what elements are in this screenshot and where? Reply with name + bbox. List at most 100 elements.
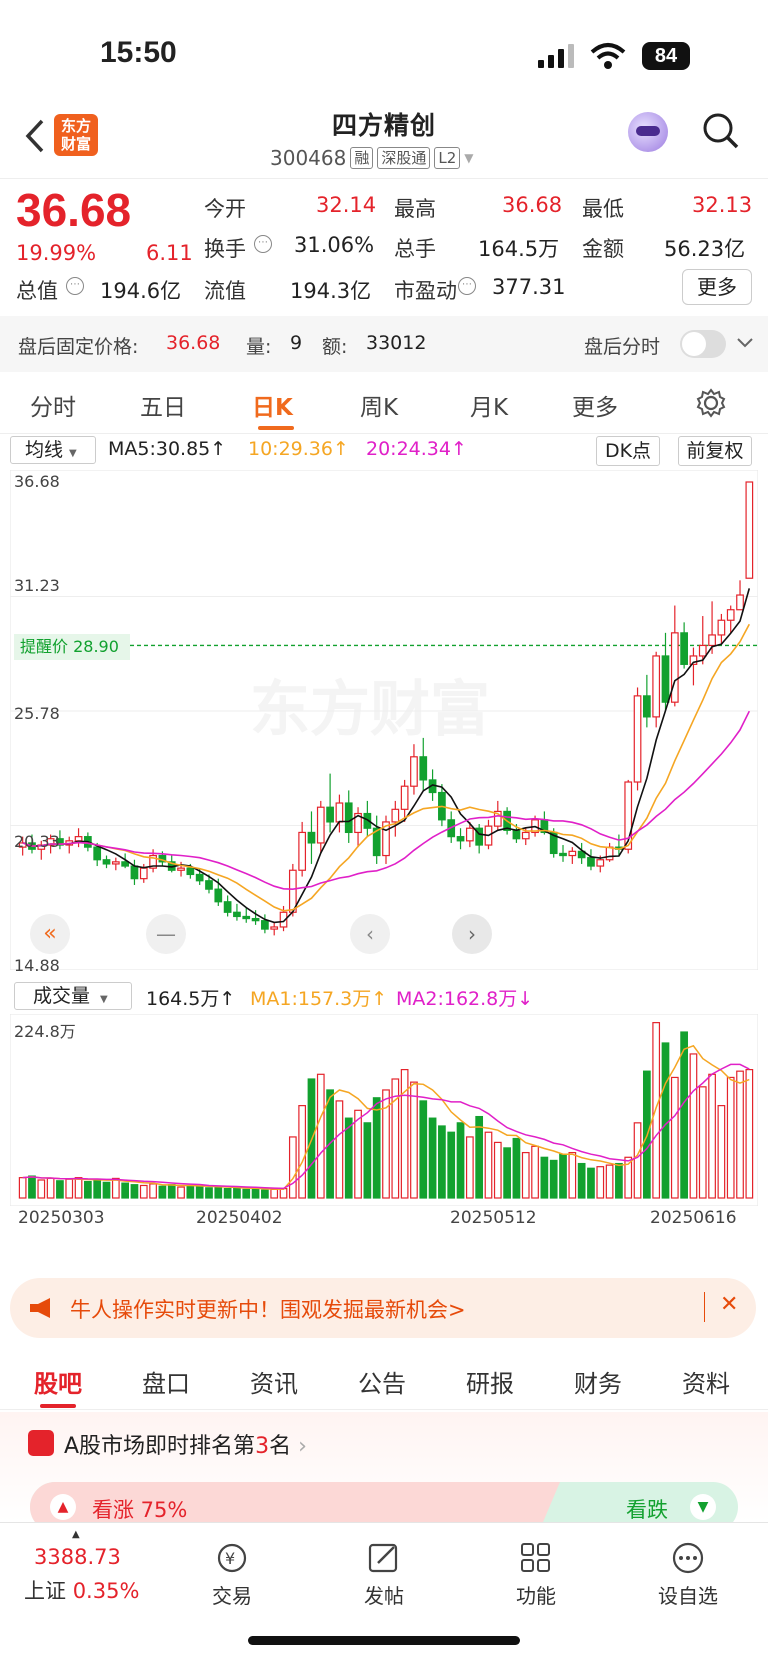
volume-bar xyxy=(84,1180,92,1199)
after-hours-toggle[interactable] xyxy=(680,330,726,358)
volume-bar xyxy=(428,1117,437,1199)
volume-bar xyxy=(503,1147,511,1199)
settings-icon[interactable] xyxy=(696,388,726,418)
ranking-section[interactable]: A股市场即时排名第3名 › ▲ 看涨 75% 看跌 ▼ xyxy=(0,1412,768,1532)
candle xyxy=(326,773,334,833)
candle xyxy=(372,815,381,864)
ma-selector[interactable]: 均线 ▼ xyxy=(10,436,96,464)
dk-point-button[interactable]: DK点 xyxy=(596,436,660,466)
low-label: 最低 xyxy=(582,197,624,221)
info-icon[interactable]: ⋯ xyxy=(66,277,84,295)
info-icon[interactable]: ⋯ xyxy=(254,235,272,253)
info-icon[interactable]: ⋯ xyxy=(458,277,476,295)
trade-button[interactable]: ¥ 交易 xyxy=(182,1541,282,1609)
volume-selector[interactable]: 成交量 ▼ xyxy=(14,982,132,1010)
tab-intraday[interactable]: 分时 xyxy=(30,388,76,422)
kline-chart-area[interactable]: 均线 ▼ MA5:30.85↑ 10:29.36↑ 20:24.34↑ DK点 前… xyxy=(10,434,758,1264)
tab-news[interactable]: 资讯 xyxy=(250,1364,298,1399)
price-label-2: 31.23 xyxy=(14,576,60,595)
adjust-button[interactable]: 前复权 xyxy=(678,436,752,466)
volume-chart[interactable] xyxy=(10,1014,758,1206)
bearish-label: 看跌 xyxy=(626,1498,668,1522)
bearish-icon: ▼ xyxy=(690,1494,716,1520)
volume-bar xyxy=(372,1097,381,1199)
candle xyxy=(316,800,325,854)
volume-bar xyxy=(540,1156,549,1199)
tab-weekly-k[interactable]: 周K xyxy=(360,388,398,422)
volume-bar xyxy=(745,1069,754,1199)
candle xyxy=(642,674,651,728)
mcap-label: 总值 xyxy=(16,279,58,303)
tab-five-day[interactable]: 五日 xyxy=(140,388,186,422)
volume-bar xyxy=(56,1180,64,1199)
tab-finance[interactable]: 财务 xyxy=(574,1364,622,1399)
stock-code: 300468 xyxy=(270,146,347,170)
next-icon[interactable]: › xyxy=(452,914,492,954)
robot-assistant-icon[interactable] xyxy=(628,112,668,152)
tab-monthly-k[interactable]: 月K xyxy=(470,388,508,422)
volume-bar xyxy=(531,1145,539,1199)
add-watchlist-button[interactable]: 设自选 xyxy=(638,1541,738,1609)
high-label: 最高 xyxy=(394,197,436,221)
watermark: 东方财富 xyxy=(250,675,490,745)
functions-button[interactable]: 功能 xyxy=(486,1541,586,1609)
dropdown-icon[interactable]: ▼ xyxy=(464,151,473,165)
tab-forum[interactable]: 股吧 xyxy=(34,1364,82,1399)
volume-bar xyxy=(214,1186,223,1199)
change-percent: 19.99% xyxy=(16,241,97,265)
banner-text: 牛人操作实时更新中！围观发掘最新机会> xyxy=(70,1298,466,1322)
candle xyxy=(587,849,595,871)
tab-research[interactable]: 研报 xyxy=(466,1364,514,1399)
candle xyxy=(577,842,586,864)
candle xyxy=(111,857,120,871)
post-button[interactable]: 发帖 xyxy=(334,1541,434,1609)
candlestick-chart[interactable]: 东方财富 xyxy=(10,470,758,970)
tab-more[interactable]: 更多 xyxy=(572,388,618,422)
chevron-down-icon[interactable] xyxy=(736,336,754,350)
fast-back-icon[interactable]: « xyxy=(30,914,70,954)
promo-banner[interactable]: 牛人操作实时更新中！围观发掘最新机会> ✕ xyxy=(10,1278,756,1338)
candle xyxy=(298,821,307,877)
volume-bar xyxy=(568,1151,577,1199)
more-button[interactable]: 更多 xyxy=(682,269,752,305)
after-hours-vol-label: 量: xyxy=(246,336,272,358)
tab-order-book[interactable]: 盘口 xyxy=(142,1364,190,1399)
open-value: 32.14 xyxy=(316,193,377,217)
after-hours-amt-label: 额: xyxy=(322,336,348,358)
candle xyxy=(559,845,567,862)
volume-bar xyxy=(139,1184,148,1199)
candle xyxy=(270,922,279,936)
more-dots-icon xyxy=(672,1542,704,1574)
amount-value: 56.23亿 xyxy=(664,237,746,261)
volume-bar xyxy=(717,1105,726,1199)
volume-bar xyxy=(270,1188,279,1199)
tab-profile[interactable]: 资料 xyxy=(682,1364,730,1399)
volume-value: 164.5万↑ xyxy=(146,988,236,1010)
search-icon[interactable] xyxy=(702,112,740,152)
ma10-value: 10:29.36↑ xyxy=(248,438,349,460)
high-value: 36.68 xyxy=(502,193,563,217)
close-icon[interactable]: ✕ xyxy=(720,1292,738,1317)
low-value: 32.13 xyxy=(692,193,753,217)
battery-icon: 84 xyxy=(642,42,690,70)
prev-icon[interactable]: ‹ xyxy=(350,914,390,954)
volume-bar xyxy=(689,1053,698,1199)
volume-bar xyxy=(93,1179,102,1199)
candle xyxy=(344,790,353,843)
volume-bar xyxy=(46,1177,55,1199)
volume-selector-label: 成交量 xyxy=(33,985,91,1007)
candle xyxy=(605,842,614,862)
zoom-out-icon[interactable]: — xyxy=(146,914,186,954)
tab-daily-k[interactable]: 日K xyxy=(252,388,293,422)
after-hours-vol: 9 xyxy=(290,332,303,354)
volume-bar xyxy=(465,1136,474,1199)
candle xyxy=(391,800,400,837)
stock-code-row: 300468 融 深股通 L2 ▼ xyxy=(270,146,474,170)
volume-bar xyxy=(130,1184,139,1199)
candle xyxy=(335,794,344,833)
tab-announcements[interactable]: 公告 xyxy=(358,1364,406,1399)
vol-ma1-value: MA1:157.3万↑ xyxy=(250,988,388,1010)
alert-price[interactable]: 提醒价 28.90 xyxy=(14,634,130,660)
volume-bar xyxy=(354,1109,362,1199)
vol-ma2-value: MA2:162.8万↓ xyxy=(396,988,534,1010)
